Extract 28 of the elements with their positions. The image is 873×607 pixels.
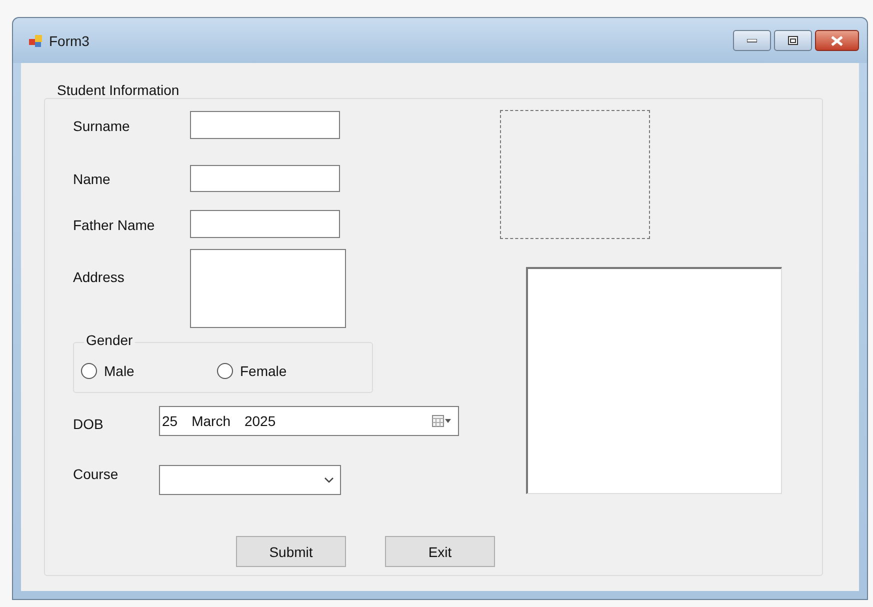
radio-button[interactable]: Female <box>217 363 287 379</box>
close-icon <box>831 36 843 46</box>
text-field[interactable] <box>190 210 340 238</box>
course-dropdown[interactable] <box>159 465 341 495</box>
form-button[interactable]: Exit <box>385 536 495 567</box>
minimize-icon <box>747 38 757 42</box>
field-label: Course <box>73 466 118 482</box>
window-title: Form3 <box>49 32 90 48</box>
field-label: DOB <box>73 416 104 432</box>
form-button[interactable]: Submit <box>236 536 346 567</box>
minimize-button[interactable] <box>733 30 771 51</box>
field-label: Name <box>73 171 110 187</box>
field-label: Father Name <box>73 217 155 233</box>
radio-button[interactable]: Male <box>81 363 134 379</box>
text-field[interactable] <box>190 111 340 139</box>
date-picker[interactable]: 25 March 2025 <box>159 406 459 436</box>
field-label: Address <box>73 269 124 285</box>
form-icon <box>29 34 43 48</box>
close-button[interactable] <box>815 30 859 51</box>
address-field[interactable] <box>190 249 346 328</box>
maximize-button[interactable] <box>774 30 812 51</box>
field-label: Surname <box>73 118 130 134</box>
group-title: Gender <box>84 332 135 348</box>
maximize-icon <box>788 36 798 45</box>
text-field[interactable] <box>190 165 340 192</box>
chevron-down-icon <box>324 477 334 483</box>
group-title: Student Information <box>55 82 182 98</box>
calendar-dropdown-icon <box>432 415 452 427</box>
